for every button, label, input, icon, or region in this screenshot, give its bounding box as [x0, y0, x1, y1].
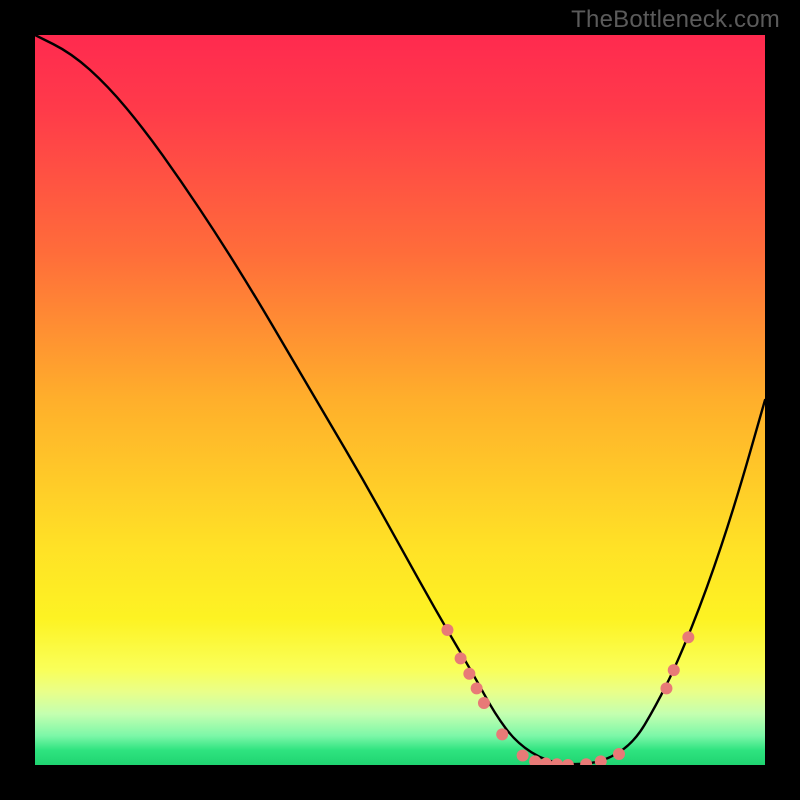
- data-point: [471, 682, 483, 694]
- data-point: [660, 682, 672, 694]
- points-group: [441, 624, 694, 765]
- data-point: [496, 728, 508, 740]
- data-point: [517, 750, 529, 762]
- data-point: [595, 755, 607, 765]
- chart-svg: [35, 35, 765, 765]
- watermark-label: TheBottleneck.com: [571, 6, 780, 34]
- data-point: [463, 668, 475, 680]
- chart-frame: TheBottleneck.com: [0, 0, 800, 800]
- data-point: [682, 631, 694, 643]
- curve-path: [35, 35, 765, 764]
- data-point: [551, 758, 563, 765]
- data-point: [580, 758, 592, 765]
- data-point: [613, 748, 625, 760]
- data-point: [562, 759, 574, 765]
- data-point: [668, 664, 680, 676]
- data-point: [478, 697, 490, 709]
- data-point: [455, 652, 467, 664]
- plot-area: [35, 35, 765, 765]
- data-point: [441, 624, 453, 636]
